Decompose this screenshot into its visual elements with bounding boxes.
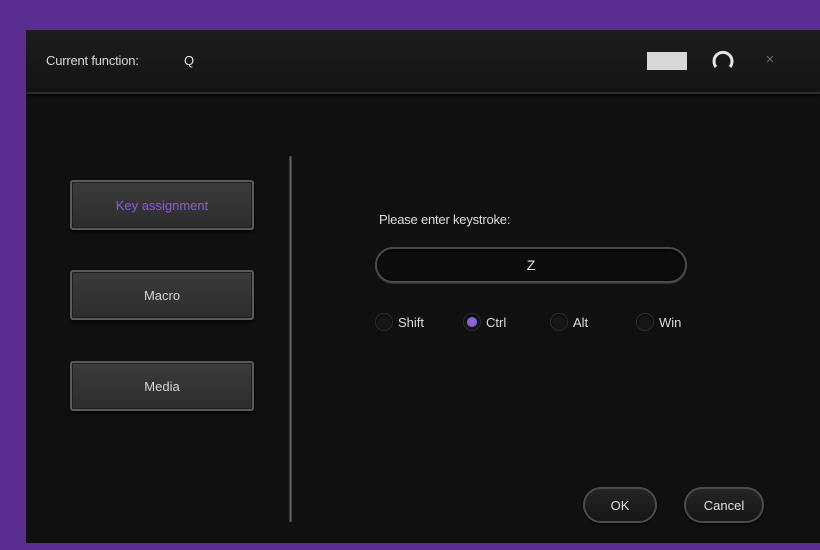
- sidebar-item-label: Key assignment: [115, 197, 209, 213]
- sidebar-item-key-assignment[interactable]: Key assignment: [70, 180, 254, 230]
- refresh-icon[interactable]: [710, 48, 736, 74]
- close-icon[interactable]: ×: [760, 50, 780, 70]
- current-function-value: Q: [184, 53, 195, 68]
- ok-button-label: OK: [610, 497, 630, 513]
- cancel-button[interactable]: Cancel: [684, 487, 764, 523]
- sidebar-item-macro[interactable]: Macro: [70, 270, 254, 320]
- outer-frame: Current function: Q × Key assignment Mac…: [10, 12, 820, 543]
- keystroke-prompt: Please enter keystroke:: [379, 212, 511, 227]
- modifier-label: Ctrl: [486, 314, 507, 330]
- key-assignment-dialog: Current function: Q × Key assignment Mac…: [26, 30, 820, 543]
- keystroke-input[interactable]: [375, 247, 687, 283]
- ok-button[interactable]: OK: [583, 487, 657, 523]
- modifier-shift[interactable]: Shift: [375, 312, 424, 332]
- modifier-label: Shift: [398, 314, 425, 330]
- modifier-label: Win: [659, 314, 682, 330]
- sidebar-item-label: Media: [144, 378, 180, 394]
- modifier-label: Alt: [573, 314, 589, 330]
- sidebar-item-label: Macro: [143, 287, 181, 303]
- radio-ctrl[interactable]: [463, 313, 481, 331]
- title-bar: Current function: Q ×: [26, 30, 820, 94]
- radio-alt[interactable]: [550, 313, 568, 331]
- modifier-ctrl[interactable]: Ctrl: [463, 312, 506, 332]
- modifier-alt[interactable]: Alt: [550, 312, 588, 332]
- sidebar-item-media[interactable]: Media: [70, 361, 254, 411]
- radio-win[interactable]: [636, 313, 654, 331]
- modifier-win[interactable]: Win: [636, 312, 681, 332]
- cancel-button-label: Cancel: [703, 497, 745, 513]
- color-swatch[interactable]: [647, 52, 687, 70]
- current-function-label: Current function:: [46, 53, 139, 68]
- vertical-divider: [289, 156, 292, 522]
- radio-shift[interactable]: [375, 313, 393, 331]
